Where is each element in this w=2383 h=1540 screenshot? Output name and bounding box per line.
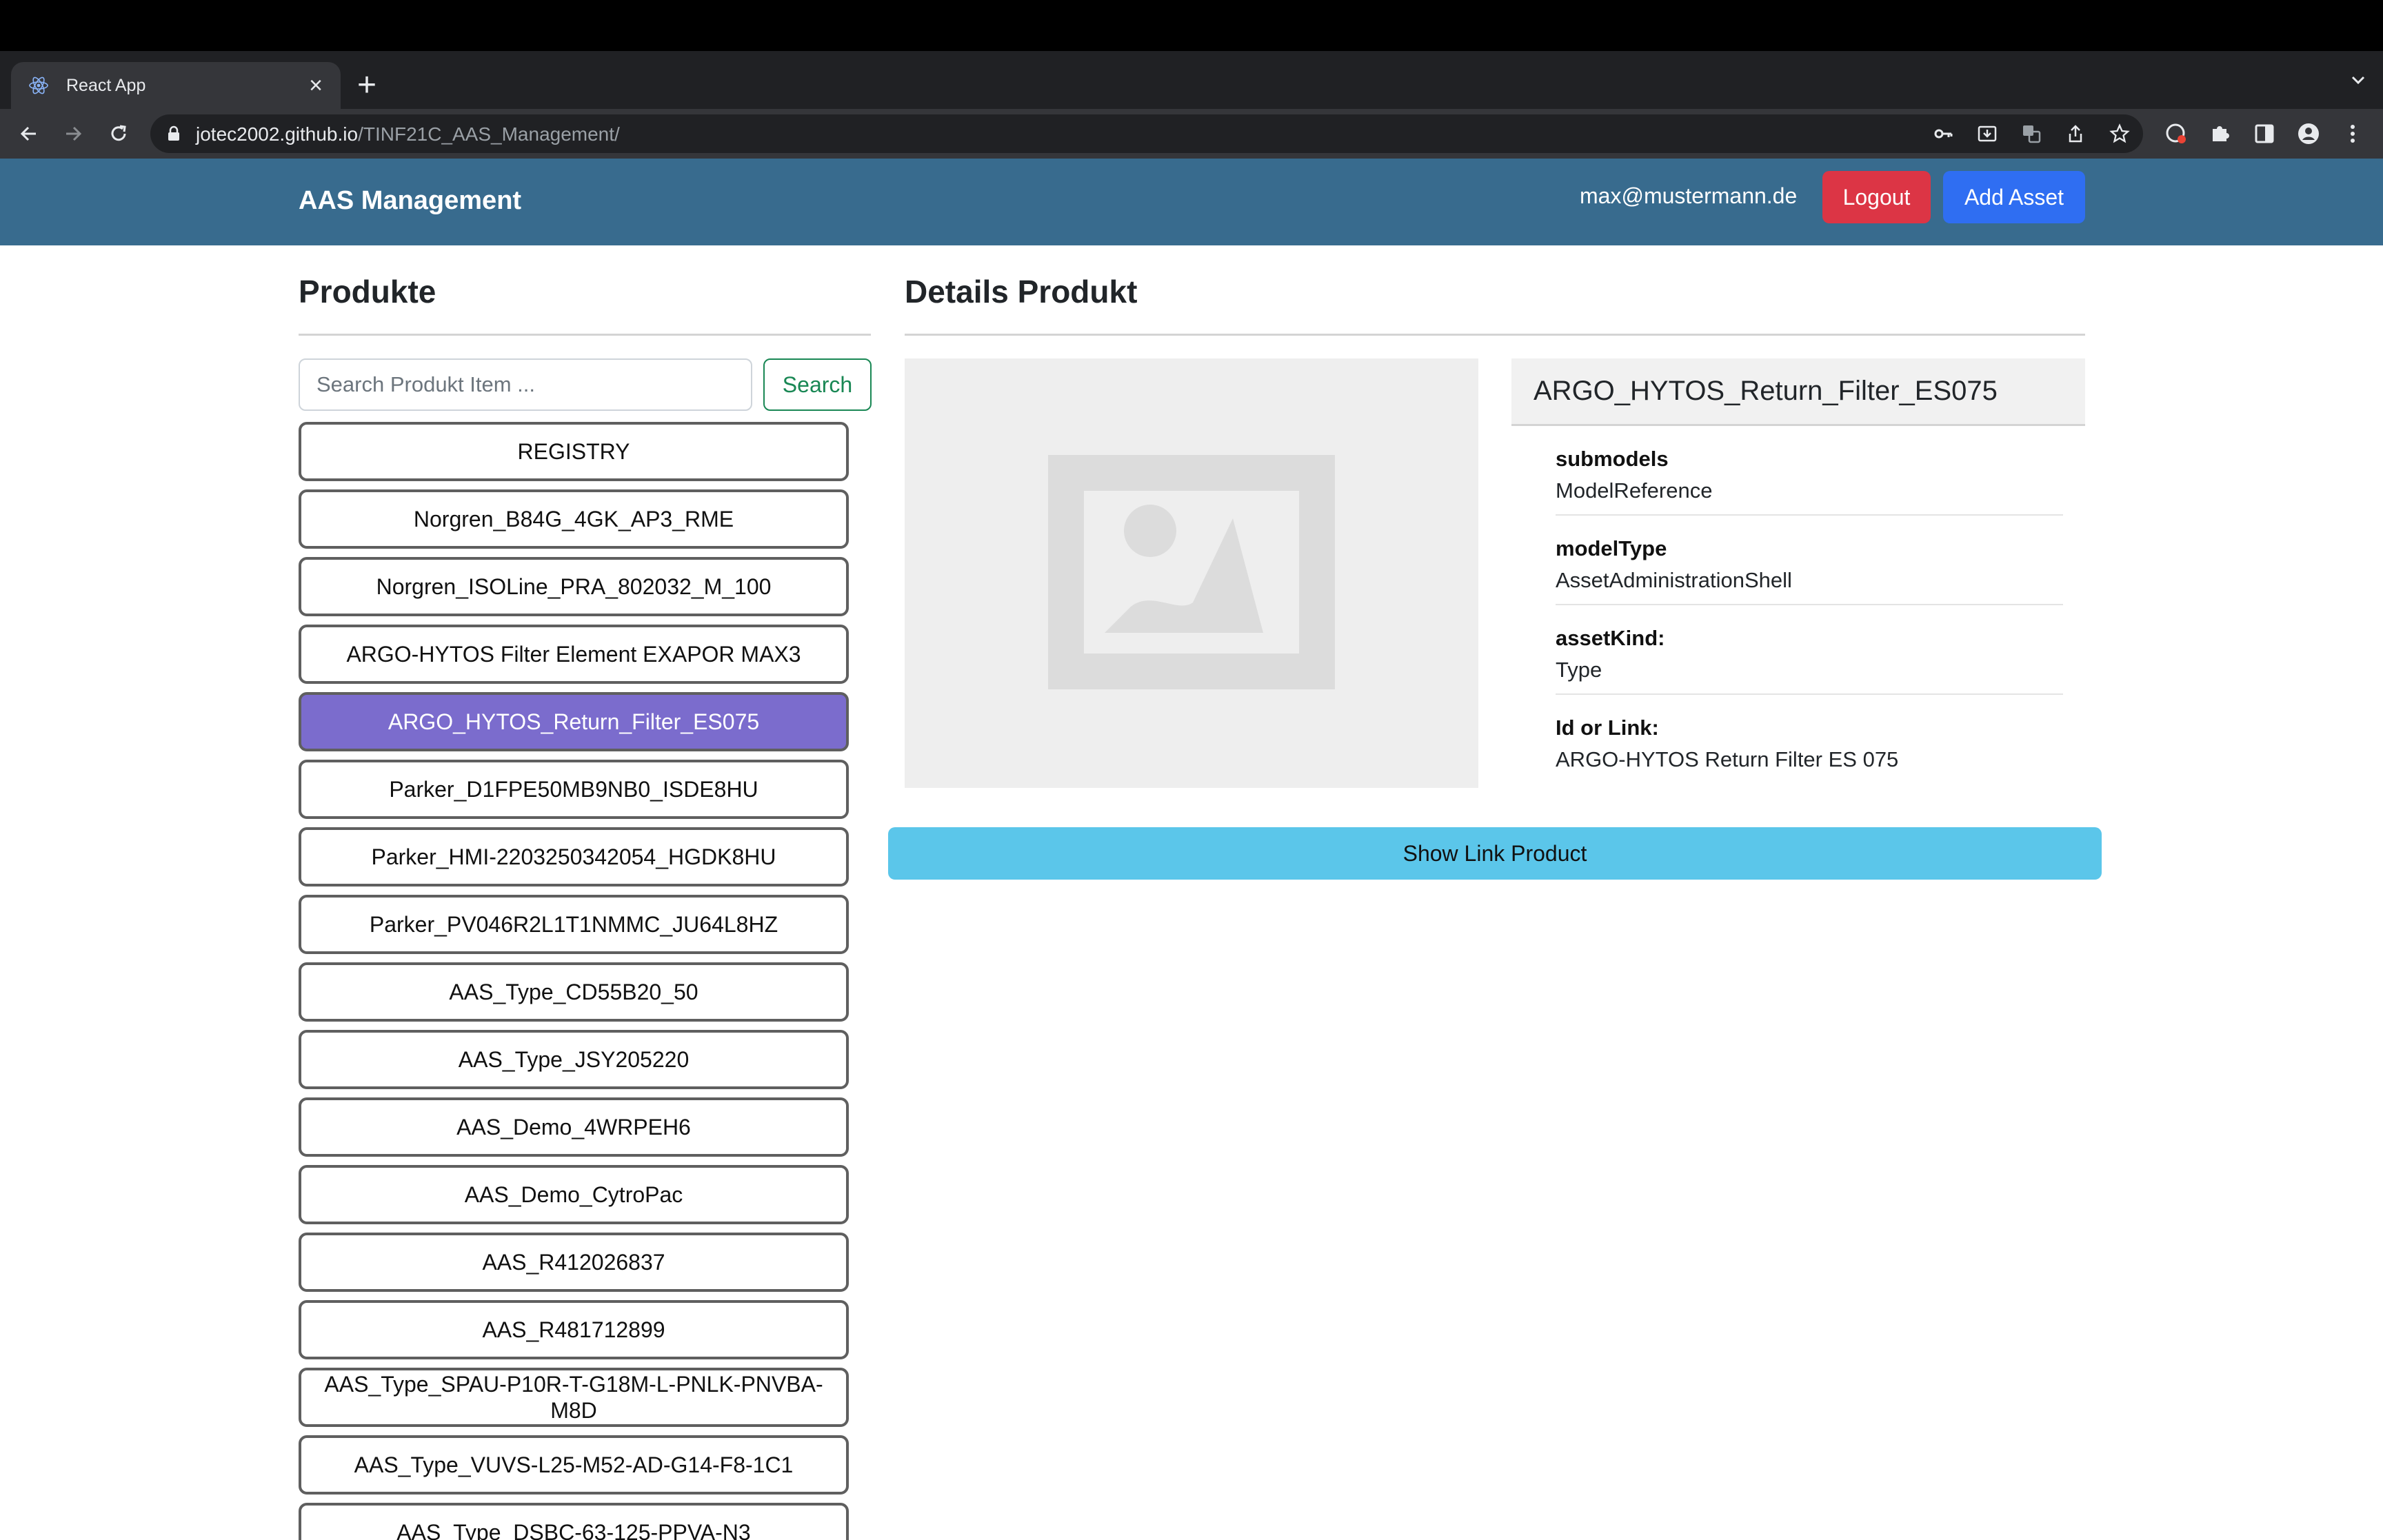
logout-button[interactable]: Logout	[1822, 171, 1931, 223]
property-value: ModelReference	[1556, 478, 1713, 503]
property-value: AssetAdministrationShell	[1556, 568, 1792, 592]
products-divider	[299, 334, 871, 336]
product-list-item[interactable]: AAS_Type_DSBC-63-125-PPVA-N3	[299, 1503, 849, 1540]
key-icon[interactable]	[1932, 123, 1954, 145]
extensions-puzzle-icon[interactable]	[2208, 121, 2233, 146]
new-tab-icon[interactable]: +	[357, 69, 376, 102]
show-link-product-button[interactable]: Show Link Product	[888, 827, 2102, 880]
product-list-item[interactable]: Norgren_ISOLine_PRA_802032_M_100	[299, 557, 849, 616]
details-heading: Details Produkt	[905, 274, 1138, 310]
products-heading: Produkte	[299, 274, 436, 310]
property-row: modelType AssetAdministrationShell	[1556, 516, 2063, 605]
product-list-item[interactable]: ARGO_HYTOS_Return_Filter_ES075	[299, 692, 849, 751]
product-list-item[interactable]: AAS_Type_CD55B20_50	[299, 962, 849, 1022]
product-list-item[interactable]: Parker_HMI-2203250342054_HGDK8HU	[299, 827, 849, 886]
extension-blocker-icon[interactable]	[2164, 121, 2189, 146]
product-image	[905, 358, 1478, 788]
details-card: ARGO_HYTOS_Return_Filter_ES075 submodels…	[1511, 358, 2085, 784]
image-placeholder-icon	[1048, 455, 1335, 693]
property-key: modelType	[1556, 536, 1667, 560]
user-email: max@mustermann.de	[1580, 183, 1798, 208]
details-title: ARGO_HYTOS_Return_Filter_ES075	[1511, 358, 2085, 426]
property-row: assetKind: Type	[1556, 605, 2063, 695]
product-list-item[interactable]: AAS_Type_VUVS-L25-M52-AD-G14-F8-1C1	[299, 1435, 849, 1495]
product-list: REGISTRY Norgren_B84G_4GK_AP3_RME Norgren_…	[299, 422, 849, 1540]
url-text: jotec2002.github.io/TINF21C_AAS_Manageme…	[196, 123, 620, 145]
browser-tab-strip: React App × +	[0, 51, 2383, 109]
search-input[interactable]	[299, 358, 752, 411]
browser-menu-icon[interactable]	[2340, 121, 2365, 146]
browser-toolbar: jotec2002.github.io/TINF21C_AAS_Manageme…	[0, 109, 2383, 159]
product-list-item[interactable]: AAS_Type_JSY205220	[299, 1030, 849, 1089]
bookmark-star-icon[interactable]	[2109, 123, 2131, 145]
lock-icon	[167, 125, 181, 145]
product-list-item[interactable]: AAS_R412026837	[299, 1233, 849, 1292]
product-list-item[interactable]: Norgren_B84G_4GK_AP3_RME	[299, 489, 849, 549]
reload-icon[interactable]	[103, 119, 134, 149]
app-title[interactable]: AAS Management	[299, 186, 521, 216]
profile-avatar-icon[interactable]	[2296, 121, 2321, 146]
translate-icon[interactable]	[2020, 123, 2042, 145]
product-list-item[interactable]: Parker_D1FPE50MB9NB0_ISDE8HU	[299, 760, 849, 819]
property-key: submodels	[1556, 447, 1669, 471]
product-list-item[interactable]: AAS_Type_SPAU-P10R-T-G18M-L-PNLK-PNVBA-M…	[299, 1368, 849, 1427]
details-divider	[905, 334, 2085, 336]
property-value: ARGO-HYTOS Return Filter ES 075	[1556, 747, 1899, 771]
product-list-item[interactable]: AAS_R481712899	[299, 1300, 849, 1359]
add-asset-button[interactable]: Add Asset	[1943, 171, 2085, 223]
address-bar[interactable]: jotec2002.github.io/TINF21C_AAS_Manageme…	[150, 114, 2143, 153]
forward-arrow-icon[interactable]	[58, 119, 88, 149]
screen-top-bar	[0, 0, 2383, 51]
property-row: Id or Link: ARGO-HYTOS Return Filter ES 0…	[1556, 695, 2063, 784]
share-icon[interactable]	[2064, 123, 2087, 145]
browser-tab[interactable]: React App ×	[11, 62, 341, 109]
search-button[interactable]: Search	[763, 358, 872, 411]
tab-close-icon[interactable]: ×	[301, 74, 331, 97]
product-list-item[interactable]: REGISTRY	[299, 422, 849, 481]
product-list-item[interactable]: Parker_PV046R2L1T1NMMC_JU64L8HZ	[299, 895, 849, 954]
react-favicon-icon	[28, 74, 50, 97]
side-panel-icon[interactable]	[2252, 121, 2277, 146]
property-key: assetKind:	[1556, 626, 1665, 650]
properties-list: submodels ModelReference modelType AssetAdm…	[1511, 426, 2085, 784]
product-list-item[interactable]: ARGO-HYTOS Filter Element EXAPOR MAX3	[299, 625, 849, 684]
app-navbar: AAS Management max@mustermann.de Logout …	[0, 159, 2383, 245]
product-list-item[interactable]: AAS_Demo_4WRPEH6	[299, 1097, 849, 1157]
install-app-icon[interactable]	[1976, 123, 1998, 145]
property-key: Id or Link:	[1556, 716, 1659, 740]
tab-title: React App	[66, 75, 146, 95]
back-arrow-icon[interactable]	[14, 119, 44, 149]
product-list-item[interactable]: AAS_Demo_CytroPac	[299, 1165, 849, 1224]
property-row: submodels ModelReference	[1556, 426, 2063, 516]
tab-search-chevron-icon[interactable]	[2349, 70, 2368, 93]
property-value: Type	[1556, 658, 1602, 682]
